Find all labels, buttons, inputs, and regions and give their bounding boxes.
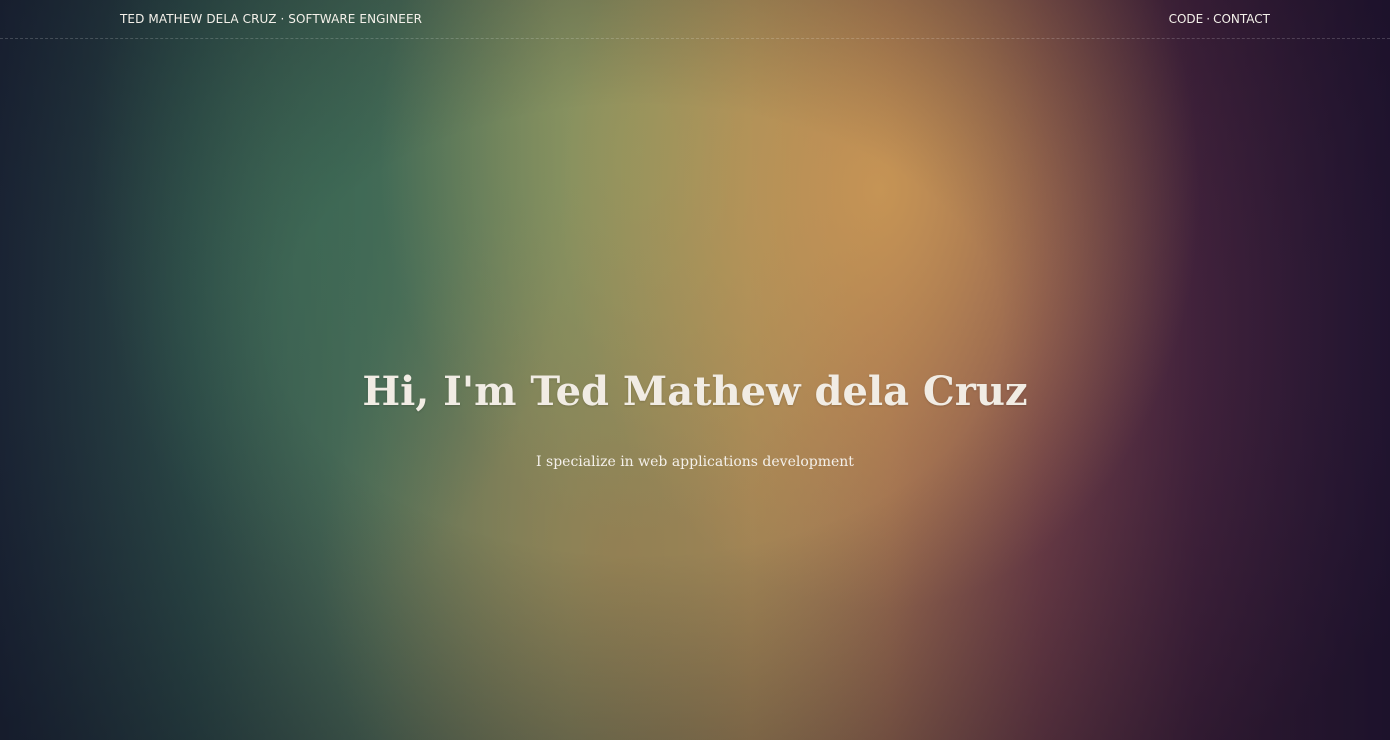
hero-title: Hi, I'm Ted Mathew dela Cruz bbox=[362, 368, 1028, 415]
site-brand[interactable]: TED MATHEW DELA CRUZ · SOFTWARE ENGINEER bbox=[120, 12, 422, 26]
nav-link-contact[interactable]: CONTACT bbox=[1213, 12, 1270, 26]
nav-link-code[interactable]: CODE bbox=[1169, 12, 1204, 26]
top-navbar: TED MATHEW DELA CRUZ · SOFTWARE ENGINEER… bbox=[0, 0, 1390, 39]
nav-links: CODE · CONTACT bbox=[1169, 12, 1270, 26]
hero-subtitle: I specialize in web applications develop… bbox=[536, 454, 854, 470]
hero-section: Hi, I'm Ted Mathew dela Cruz I specializ… bbox=[0, 360, 1390, 470]
nav-separator: · bbox=[1206, 12, 1211, 26]
